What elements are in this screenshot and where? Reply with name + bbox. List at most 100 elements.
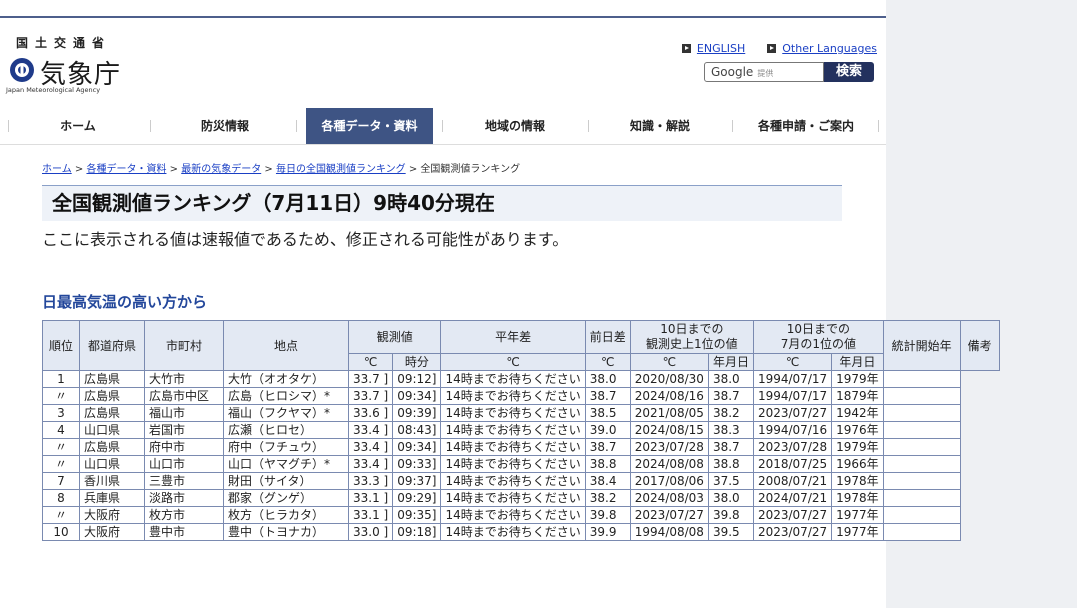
cell-historical-date: 2024/08/16 bbox=[629, 387, 709, 405]
header-rank: 順位 bbox=[42, 320, 80, 371]
cell-prefecture: 広島県 bbox=[79, 370, 145, 388]
cell-historical-value: 38.7 bbox=[584, 438, 631, 456]
table-row: 8 兵庫県 淡路市 郡家（グンゲ） 33.1 ] 09:29] 14時までお待ちください 38… bbox=[42, 489, 1000, 507]
nav-separator bbox=[150, 120, 151, 132]
cell-point: 広島（ヒロシマ）* bbox=[223, 387, 349, 405]
nav-separator bbox=[732, 120, 733, 132]
cell-july-value: 38.7 bbox=[707, 438, 754, 456]
cell-point: 福山（フクヤマ）* bbox=[223, 404, 349, 422]
cell-point: 広瀬（ヒロセ） bbox=[223, 421, 349, 439]
breadcrumb-link-daily-ranking[interactable]: 毎日の全国観測値ランキング bbox=[276, 164, 406, 175]
cell-historical-value: 39.0 bbox=[584, 421, 631, 439]
table-row: 1 広島県 大竹市 大竹（オオタケ） 33.7 ] 09:12] 14時までお待ちください 3… bbox=[42, 370, 1000, 388]
cell-prefecture: 広島県 bbox=[79, 438, 145, 456]
cell-rank: 10 bbox=[42, 523, 80, 541]
cell-time: 09:34] bbox=[392, 438, 442, 456]
cell-rank: 4 bbox=[42, 421, 80, 439]
cell-start-year: 1978年 bbox=[831, 489, 884, 507]
subheader-time: 時分 bbox=[392, 353, 442, 371]
cell-rank: 〃 bbox=[42, 438, 80, 456]
breadcrumb-link-latest[interactable]: 最新の気象データ bbox=[181, 164, 261, 175]
table-row: 〃広島県 府中市 府中（フチュウ） 33.4 ] 09:34] 14時までお待ちください 3… bbox=[42, 438, 1000, 456]
cell-observed: 33.0 ] bbox=[347, 523, 394, 541]
cell-point: 財田（サイタ） bbox=[223, 472, 349, 490]
english-link[interactable]: ENGLISH bbox=[681, 42, 745, 55]
cell-time: 08:43] bbox=[392, 421, 442, 439]
cell-observed: 33.1 ] bbox=[347, 506, 394, 524]
cell-july-value: 38.0 bbox=[707, 489, 754, 507]
breadcrumb-current: 全国観測値ランキング bbox=[420, 164, 521, 175]
cell-notes bbox=[882, 421, 961, 439]
jma-logo-icon[interactable] bbox=[8, 56, 36, 84]
subheader-degc: ℃ bbox=[629, 353, 709, 371]
cell-july-date: 2023/07/27 bbox=[752, 523, 833, 541]
cell-point: 大竹（オオタケ） bbox=[223, 370, 349, 388]
cell-observed: 33.4 ] bbox=[347, 438, 394, 456]
header-prev-diff: 前日差 bbox=[584, 320, 631, 354]
preliminary-notice: ここに表示される値は速報値であるため、修正される可能性があります。 bbox=[42, 230, 569, 249]
cell-rank: 3 bbox=[42, 404, 80, 422]
other-languages-link[interactable]: Other Languages bbox=[767, 42, 877, 55]
cell-time: 09:34] bbox=[392, 387, 442, 405]
cell-normal-diff: 14時までお待ちください bbox=[440, 506, 586, 524]
nav-item-disaster-info[interactable]: 防災情報 bbox=[162, 108, 288, 144]
cell-time: 09:18] bbox=[392, 523, 442, 541]
header-point: 地点 bbox=[223, 320, 349, 371]
cell-prefecture: 兵庫県 bbox=[79, 489, 145, 507]
cell-normal-diff: 14時までお待ちください bbox=[440, 523, 586, 541]
subheader-degc: ℃ bbox=[440, 353, 586, 371]
subheader-degc: ℃ bbox=[752, 353, 833, 371]
cell-start-year: 1942年 bbox=[831, 404, 884, 422]
cell-observed: 33.7 ] bbox=[347, 370, 394, 388]
breadcrumb-sep: > bbox=[71, 164, 87, 175]
nav-item-regional-info[interactable]: 地域の情報 bbox=[452, 108, 578, 144]
cell-start-year: 1978年 bbox=[831, 472, 884, 490]
breadcrumb-link-home[interactable]: ホーム bbox=[42, 164, 72, 175]
page-title: 全国観測値ランキング（7月11日）9時40分現在 bbox=[42, 185, 842, 221]
cell-point: 府中（フチュウ） bbox=[223, 438, 349, 456]
search-input[interactable]: Google 提供 bbox=[704, 62, 824, 82]
table-row: 3 広島県 福山市 福山（フクヤマ）* 33.6 ] 09:39] 14時までお待ちください… bbox=[42, 404, 1000, 422]
cell-city: 大竹市 bbox=[144, 370, 224, 388]
cell-rank: 7 bbox=[42, 472, 80, 490]
header-start-year: 統計開始年 bbox=[882, 320, 961, 371]
header-city: 市町村 bbox=[144, 320, 224, 371]
nav-item-applications[interactable]: 各種申請・ご案内 bbox=[742, 108, 870, 144]
header-july-record: 10日までの 7月の1位の値 bbox=[752, 320, 884, 354]
cell-prefecture: 香川県 bbox=[79, 472, 145, 490]
cell-july-value: 39.8 bbox=[707, 506, 754, 524]
other-languages-link-label: Other Languages bbox=[782, 42, 877, 55]
cell-observed: 33.1 ] bbox=[347, 489, 394, 507]
cell-start-year: 1977年 bbox=[831, 506, 884, 524]
cell-time: 09:33] bbox=[392, 455, 442, 473]
arrow-square-icon bbox=[767, 44, 777, 53]
cell-rank: 1 bbox=[42, 370, 80, 388]
cell-observed: 33.6 ] bbox=[347, 404, 394, 422]
header-july-line2: 7月の1位の値 bbox=[780, 337, 856, 351]
cell-july-value: 38.7 bbox=[707, 387, 754, 405]
cell-historical-value: 38.5 bbox=[584, 404, 631, 422]
ranking-table: 順位 都道府県 市町村 地点 観測値 平年差 前日差 10日までの 観測史上1位の… bbox=[42, 320, 1000, 541]
cell-start-year: 1979年 bbox=[831, 370, 884, 388]
cell-historical-date: 2023/07/28 bbox=[629, 438, 709, 456]
search-input-value: Google bbox=[711, 65, 754, 79]
cell-start-year: 1979年 bbox=[831, 438, 884, 456]
cell-prefecture: 大阪府 bbox=[79, 523, 145, 541]
breadcrumb-link-data[interactable]: 各種データ・資料 bbox=[86, 164, 166, 175]
cell-historical-date: 2020/08/30 bbox=[629, 370, 709, 388]
cell-city: 岩国市 bbox=[144, 421, 224, 439]
nav-item-knowledge[interactable]: 知識・解説 bbox=[598, 108, 722, 144]
nav-item-home[interactable]: ホーム bbox=[18, 108, 138, 144]
cell-time: 09:12] bbox=[392, 370, 442, 388]
search-button[interactable]: 検索 bbox=[824, 62, 874, 82]
cell-historical-date: 2021/08/05 bbox=[629, 404, 709, 422]
cell-rank: 〃 bbox=[42, 455, 80, 473]
table-row: 〃大阪府 枚方市 枚方（ヒラカタ） 33.1 ] 09:35] 14時までお待ちください 3… bbox=[42, 506, 1000, 524]
nav-item-data[interactable]: 各種データ・資料 bbox=[306, 108, 433, 144]
cell-historical-date: 2024/08/15 bbox=[629, 421, 709, 439]
nav-separator bbox=[878, 120, 879, 132]
cell-normal-diff: 14時までお待ちください bbox=[440, 404, 586, 422]
header-observed: 観測値 bbox=[347, 320, 442, 354]
cell-start-year: 1976年 bbox=[831, 421, 884, 439]
search-provider-note: 提供 bbox=[757, 69, 774, 78]
